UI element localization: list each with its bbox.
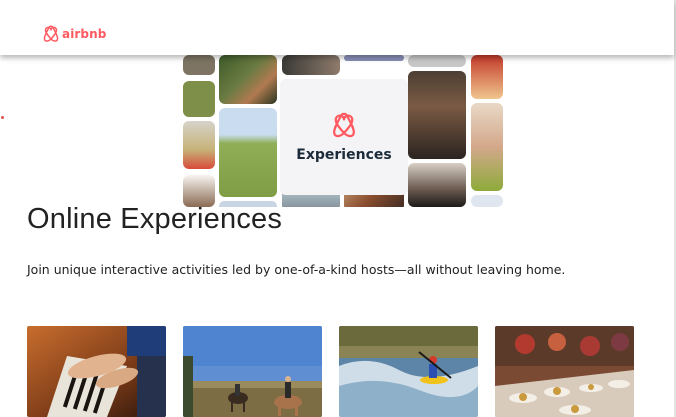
dining-table-photo <box>495 326 634 417</box>
experience-card-horseback[interactable] <box>183 326 322 417</box>
hero-tile-photo <box>183 81 215 117</box>
page-subtitle: Join unique interactive activities led b… <box>27 262 566 277</box>
hero-tile-photo <box>219 55 277 104</box>
experience-card-kayak[interactable] <box>339 326 478 417</box>
page-title: Online Experiences <box>27 203 283 235</box>
hero-tile-photo <box>408 55 466 67</box>
hero-tile-photo <box>471 103 503 191</box>
experiences-title-card: Experiences <box>280 79 408 195</box>
hero-tile-photo <box>183 55 215 75</box>
airbnb-logo-icon <box>333 112 355 137</box>
piano-hands-photo <box>27 326 166 417</box>
hero-tile-photo <box>219 108 277 197</box>
horseback-riding-photo <box>183 326 322 417</box>
logo-text: airbnb <box>62 27 107 41</box>
experience-card-dining[interactable] <box>495 326 634 417</box>
hero-tile-photo <box>408 71 466 159</box>
airbnb-logo-icon <box>43 25 59 42</box>
hero-tile-photo <box>183 121 215 169</box>
kayak-whitewater-photo <box>339 326 478 417</box>
hero-tile-photo <box>344 55 404 61</box>
hero-tile-photo <box>471 195 503 207</box>
top-navigation-bar: airbnb <box>0 0 674 55</box>
page-marker-dot <box>1 116 4 119</box>
airbnb-home-link[interactable]: airbnb <box>43 25 106 43</box>
hero-tile-photo <box>282 55 340 75</box>
hero-title: Experiences <box>296 146 392 163</box>
hero-collage: Experiences <box>183 55 503 207</box>
hero-tile-photo <box>408 163 466 207</box>
experience-card-piano[interactable] <box>27 326 166 417</box>
hero-tile-photo <box>471 55 503 99</box>
